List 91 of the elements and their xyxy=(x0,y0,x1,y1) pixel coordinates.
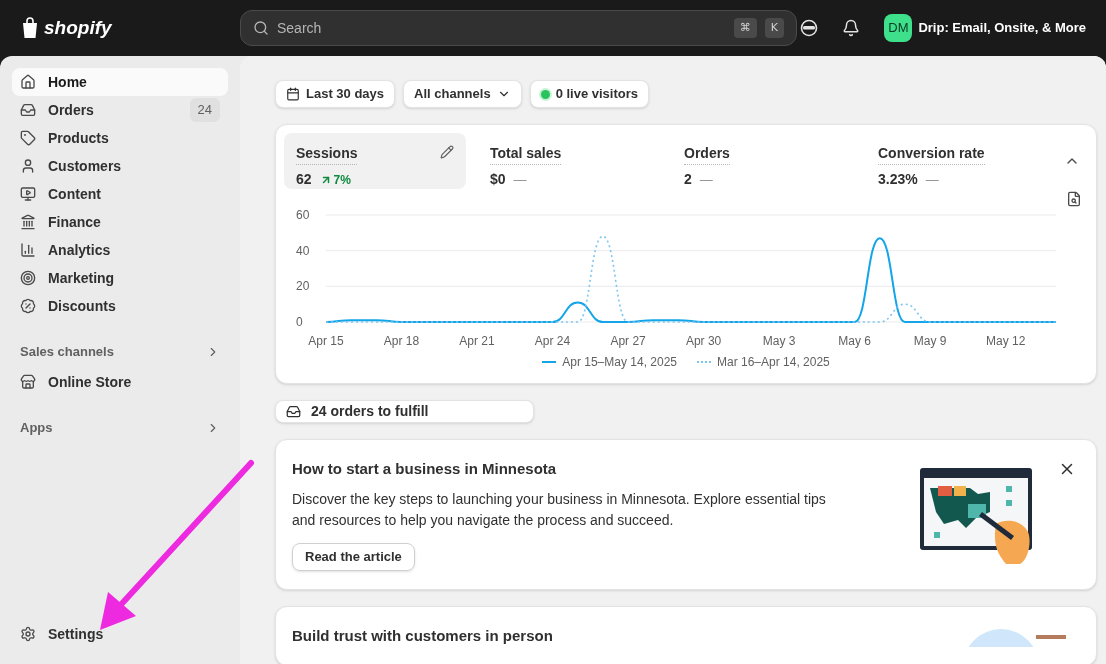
nav-label: Analytics xyxy=(48,240,111,260)
metric-tile[interactable]: Orders 2 — xyxy=(672,133,854,189)
monitor-icon xyxy=(20,186,36,202)
metric-title: Conversion rate xyxy=(878,143,985,165)
axis-label: May 9 xyxy=(913,334,947,348)
bar-chart-icon xyxy=(20,242,36,258)
trend-change: 7% xyxy=(333,171,351,189)
filter-button[interactable]: Last 30 days xyxy=(275,80,396,108)
nav-item[interactable]: Discounts xyxy=(12,292,228,320)
logo[interactable]: shopify xyxy=(44,13,112,43)
legend-line-icon xyxy=(697,360,711,364)
file-search-icon[interactable] xyxy=(1066,191,1082,207)
metric-value: 2 xyxy=(684,170,692,189)
nav-item[interactable]: Orders 24 xyxy=(12,96,228,124)
nav-item[interactable]: Marketing xyxy=(12,264,228,292)
trend-change: — xyxy=(925,170,939,189)
key-hint: ⌘ xyxy=(733,17,757,39)
axis-label: 20 xyxy=(296,279,310,294)
metric-value: 62 xyxy=(296,170,312,189)
pencil-icon[interactable] xyxy=(440,145,454,159)
metric-title: Orders xyxy=(684,143,730,165)
axis-label: May 12 xyxy=(986,334,1026,348)
target-icon xyxy=(20,270,36,286)
filter-button[interactable]: All channels xyxy=(403,80,522,108)
store-avatar[interactable]: DM xyxy=(884,14,913,42)
tag-icon xyxy=(20,130,36,146)
inbox-icon xyxy=(20,102,36,118)
metric-tile[interactable]: Conversion rate 3.23% — xyxy=(866,133,1048,189)
person-icon xyxy=(20,158,36,174)
trend-change: — xyxy=(699,170,713,189)
nav-item[interactable]: Finance xyxy=(12,208,228,236)
nav-item[interactable]: Analytics xyxy=(12,236,228,264)
section-header[interactable]: Apps xyxy=(12,416,228,440)
nav-label: Customers xyxy=(48,156,122,176)
nav-item[interactable]: Customers xyxy=(12,152,228,180)
count-badge: 24 xyxy=(189,98,220,122)
axis-label: Apr 18 xyxy=(383,334,420,348)
nav-label: Content xyxy=(48,184,101,204)
legend-line-icon xyxy=(542,360,557,364)
bell-icon[interactable] xyxy=(842,19,861,37)
search-input[interactable]: Search xyxy=(277,17,726,39)
nav-label: Orders xyxy=(48,100,94,120)
store-name[interactable]: Drip: Email, Onsite, & More xyxy=(918,18,1086,38)
nav-label: Products xyxy=(48,128,109,148)
read-article-button[interactable]: Read the article xyxy=(292,542,415,571)
metric-tile[interactable]: Sessions 62 7% xyxy=(284,133,466,189)
nav-label: Marketing xyxy=(48,268,115,288)
axis-label: May 3 xyxy=(762,334,796,348)
axis-label: Apr 27 xyxy=(610,334,646,348)
axis-label: May 6 xyxy=(838,334,871,348)
settings-item[interactable]: Settings xyxy=(12,620,228,648)
metric-value: 3.23% xyxy=(878,170,918,189)
section-header[interactable]: Sales channels xyxy=(12,340,228,364)
nav-label: Finance xyxy=(48,212,101,232)
card-text: Discover the key steps to launching your business in Minnesota. Explore essential tips and resources to help you navigate the process and succeed. xyxy=(292,489,827,530)
nav-item[interactable]: Home xyxy=(12,68,228,96)
nav-label: Home xyxy=(48,72,87,92)
axis-label: Apr 24 xyxy=(534,334,571,348)
filter-button[interactable]: 0 live visitors xyxy=(529,80,649,108)
shopping-bag-icon xyxy=(20,17,40,39)
trend-change: — xyxy=(513,170,527,189)
axis-label: 40 xyxy=(296,243,310,258)
settings-icon xyxy=(20,626,36,642)
card-title: Build trust with customers in person xyxy=(292,625,553,646)
axis-label: Apr 30 xyxy=(685,334,722,348)
search-icon xyxy=(253,20,269,36)
fulfill-button[interactable]: 24 orders to fulfill xyxy=(275,400,534,423)
key-hint: K xyxy=(764,17,784,39)
nav-item[interactable]: Online Store xyxy=(12,368,228,396)
bank-icon xyxy=(20,214,36,230)
store-icon xyxy=(20,374,36,390)
axis-label: 0 xyxy=(296,315,303,329)
nav-label: Online Store xyxy=(48,372,132,392)
home-icon xyxy=(20,74,36,90)
nav-label: Discounts xyxy=(48,296,116,316)
calendar-icon xyxy=(286,87,300,101)
metric-title: Total sales xyxy=(490,143,562,165)
card-title: How to start a business in Minnesota xyxy=(292,459,557,479)
nav-item[interactable]: Content xyxy=(12,180,228,208)
metric-value: $0 xyxy=(490,170,506,189)
axis-label: Apr 15 xyxy=(308,334,344,348)
search-field[interactable]: Search ⌘ K xyxy=(240,10,797,46)
legend-label: Mar 16–Apr 14, 2025 xyxy=(717,354,830,371)
badge-icon xyxy=(20,298,36,314)
inbox-icon xyxy=(286,404,301,419)
axis-label: 60 xyxy=(296,208,310,222)
legend-label: Apr 15–May 14, 2025 xyxy=(562,354,677,371)
axis-label: Apr 21 xyxy=(459,334,495,348)
metric-tile[interactable]: Total sales $0 — xyxy=(478,133,660,189)
nav-item[interactable]: Products xyxy=(12,124,228,152)
metric-title: Sessions xyxy=(296,143,358,165)
